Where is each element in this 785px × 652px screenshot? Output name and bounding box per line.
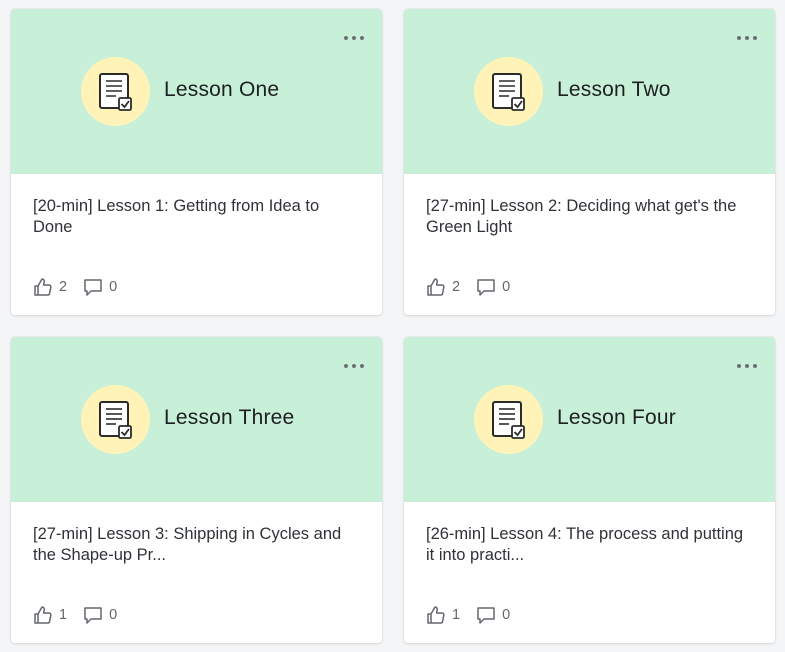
lesson-title[interactable]: [26-min] Lesson 4: The process and putti… [426, 524, 753, 566]
card-banner[interactable]: Lesson One [11, 9, 382, 174]
comment-button[interactable]: 0 [476, 277, 510, 297]
comment-bubble-icon [84, 607, 102, 624]
banner-label: Lesson Three [164, 406, 295, 429]
lesson-document-icon [81, 57, 150, 126]
comment-bubble-icon [84, 279, 102, 296]
lesson-document-icon [474, 385, 543, 454]
lesson-card[interactable]: Lesson Three [27-min] Lesson 3: Shipping… [11, 337, 382, 643]
thumbs-up-icon [427, 606, 445, 624]
lesson-card[interactable]: Lesson One [20-min] Lesson 1: Getting fr… [11, 9, 382, 315]
lesson-card[interactable]: Lesson Four [26-min] Lesson 4: The proce… [404, 337, 775, 643]
banner-label: Lesson Two [557, 78, 671, 101]
thumbs-up-icon [34, 606, 52, 624]
like-button[interactable]: 1 [33, 605, 67, 625]
card-stats: 1 0 [426, 605, 526, 625]
more-options-icon[interactable] [344, 359, 364, 373]
comment-bubble-icon [477, 279, 495, 296]
comment-button[interactable]: 0 [83, 277, 117, 297]
comment-bubble-icon [477, 607, 495, 624]
like-count: 1 [452, 607, 461, 623]
comment-button[interactable]: 0 [476, 605, 510, 625]
comment-count: 0 [502, 607, 511, 623]
like-count: 2 [59, 279, 68, 295]
comment-button[interactable]: 0 [83, 605, 117, 625]
banner-label: Lesson One [164, 78, 280, 101]
banner-label: Lesson Four [557, 406, 676, 429]
like-button[interactable]: 1 [426, 605, 460, 625]
lesson-title[interactable]: [20-min] Lesson 1: Getting from Idea to … [33, 196, 360, 238]
like-button[interactable]: 2 [33, 277, 67, 297]
thumbs-up-icon [427, 278, 445, 296]
card-banner[interactable]: Lesson Two [404, 9, 775, 174]
card-stats: 2 0 [426, 277, 526, 297]
like-count: 2 [452, 279, 461, 295]
comment-count: 0 [109, 607, 118, 623]
comment-count: 0 [502, 279, 511, 295]
lesson-title[interactable]: [27-min] Lesson 2: Deciding what get's t… [426, 196, 753, 238]
card-banner[interactable]: Lesson Four [404, 337, 775, 502]
lesson-title[interactable]: [27-min] Lesson 3: Shipping in Cycles an… [33, 524, 360, 566]
more-options-icon[interactable] [737, 31, 757, 45]
card-banner[interactable]: Lesson Three [11, 337, 382, 502]
like-count: 1 [59, 607, 68, 623]
card-stats: 1 0 [33, 605, 133, 625]
lesson-document-icon [474, 57, 543, 126]
comment-count: 0 [109, 279, 118, 295]
thumbs-up-icon [34, 278, 52, 296]
lesson-document-icon [81, 385, 150, 454]
lesson-card[interactable]: Lesson Two [27-min] Lesson 2: Deciding w… [404, 9, 775, 315]
more-options-icon[interactable] [737, 359, 757, 373]
lesson-card-grid: Lesson One [20-min] Lesson 1: Getting fr… [0, 0, 785, 652]
like-button[interactable]: 2 [426, 277, 460, 297]
more-options-icon[interactable] [344, 31, 364, 45]
card-stats: 2 0 [33, 277, 133, 297]
